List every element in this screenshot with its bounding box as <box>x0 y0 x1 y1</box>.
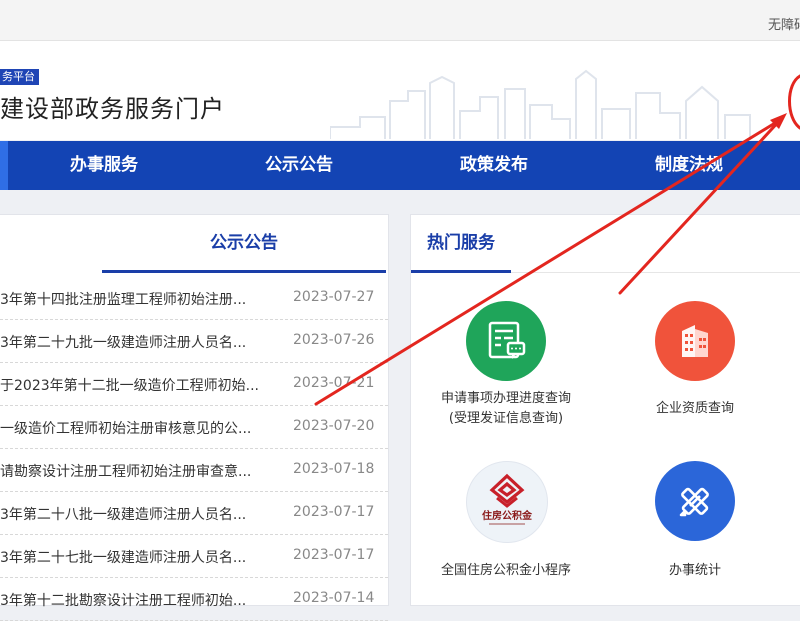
notice-date: 2023-07-27 <box>293 289 374 305</box>
list-item[interactable]: 3年第二十八批一级建造师注册人员名... 2023-07-17 <box>0 492 388 535</box>
notice-title[interactable]: 3年第二十七批一级建造师注册人员名... <box>0 547 275 567</box>
service-statistics-circle[interactable] <box>655 461 735 541</box>
list-item[interactable]: 3年第二十七批一级建造师注册人员名... 2023-07-17 <box>0 535 388 578</box>
notice-title[interactable]: 3年第十四批注册监理工程师初始注册... <box>0 289 275 309</box>
notice-title[interactable]: 3年第二十九批一级建造师注册人员名... <box>0 332 275 352</box>
site-header: 务平台 建设部政务服务门户 <box>0 41 800 140</box>
service-progress-label[interactable]: 申请事项办理进度查询 <box>411 389 601 409</box>
notice-date: 2023-07-21 <box>293 375 374 391</box>
housing-fund-logo-text: 住房公积金 <box>482 509 533 522</box>
notice-date: 2023-07-17 <box>293 504 374 520</box>
housing-fund-logo: 住房公积金 <box>467 462 547 542</box>
statistics-tools-icon <box>655 461 735 541</box>
notice-title[interactable]: 3年第十二批勘察设计注册工程师初始... <box>0 590 275 610</box>
nav-item-regulations[interactable]: 制度法规 <box>655 141 723 190</box>
nav-home-tab[interactable] <box>0 141 8 190</box>
service-progress-circle[interactable] <box>466 301 546 381</box>
notice-title[interactable]: 于2023年第十二批一级造价工程师初始... <box>0 375 275 395</box>
notice-date: 2023-07-26 <box>293 332 374 348</box>
site-title[interactable]: 建设部政务服务门户 <box>0 89 225 124</box>
list-item[interactable]: 于2023年第十二批一级造价工程师初始... 2023-07-21 <box>0 363 388 406</box>
main-nav: 办事服务 公示公告 政策发布 制度法规 <box>0 141 800 190</box>
nav-item-notices[interactable]: 公示公告 <box>265 141 333 190</box>
notice-title[interactable]: 请勘察设计注册工程师初始注册审查意... <box>0 461 275 481</box>
list-item[interactable]: 请勘察设计注册工程师初始注册审查意... 2023-07-18 <box>0 449 388 492</box>
notice-date: 2023-07-14 <box>293 590 374 606</box>
notice-date: 2023-07-17 <box>293 547 374 563</box>
nav-item-services[interactable]: 办事服务 <box>70 141 138 190</box>
list-item[interactable]: 3年第十四批注册监理工程师初始注册... 2023-07-27 <box>0 277 388 320</box>
service-enterprise-label[interactable]: 企业资质查询 <box>615 399 775 419</box>
form-chat-icon <box>466 301 546 381</box>
notice-title[interactable]: 3年第二十八批一级建造师注册人员名... <box>0 504 275 524</box>
list-item[interactable]: 3年第二十九批一级建造师注册人员名... 2023-07-26 <box>0 320 388 363</box>
hot-services-title: 热门服务 <box>411 215 511 273</box>
service-housing-fund-label[interactable]: 全国住房公积金小程序 <box>411 561 601 581</box>
notice-date: 2023-07-18 <box>293 461 374 477</box>
city-skyline-illustration <box>330 61 800 140</box>
divider <box>511 272 800 273</box>
notice-title[interactable]: 一级造价工程师初始注册审核意见的公... <box>0 418 275 438</box>
building-icon <box>655 301 735 381</box>
list-item[interactable]: 一级造价工程师初始注册审核意见的公... 2023-07-20 <box>0 406 388 449</box>
tab-notices[interactable]: 公示公告 <box>102 215 386 273</box>
top-utility-bar: 无障碍 <box>0 0 800 41</box>
notices-panel: 公示公告 3年第十四批注册监理工程师初始注册... 2023-07-27 3年第二… <box>0 214 389 606</box>
nav-item-policies[interactable]: 政策发布 <box>460 141 528 190</box>
service-statistics-label[interactable]: 办事统计 <box>615 561 775 581</box>
notice-list: 3年第十四批注册监理工程师初始注册... 2023-07-27 3年第二十九批一级… <box>0 277 388 621</box>
notice-date: 2023-07-20 <box>293 418 374 434</box>
service-enterprise-circle[interactable] <box>655 301 735 381</box>
hot-services-panel: 热门服务 申请事项办理进度查询 (受理发证信息查询) <box>410 214 800 606</box>
accessibility-link[interactable]: 无障碍 <box>768 14 800 33</box>
notices-tabbar: 公示公告 <box>0 215 388 271</box>
platform-badge: 务平台 <box>0 69 39 85</box>
service-housing-fund-circle[interactable]: 住房公积金 <box>466 461 548 543</box>
service-progress-sublabel[interactable]: (受理发证信息查询) <box>411 409 601 429</box>
